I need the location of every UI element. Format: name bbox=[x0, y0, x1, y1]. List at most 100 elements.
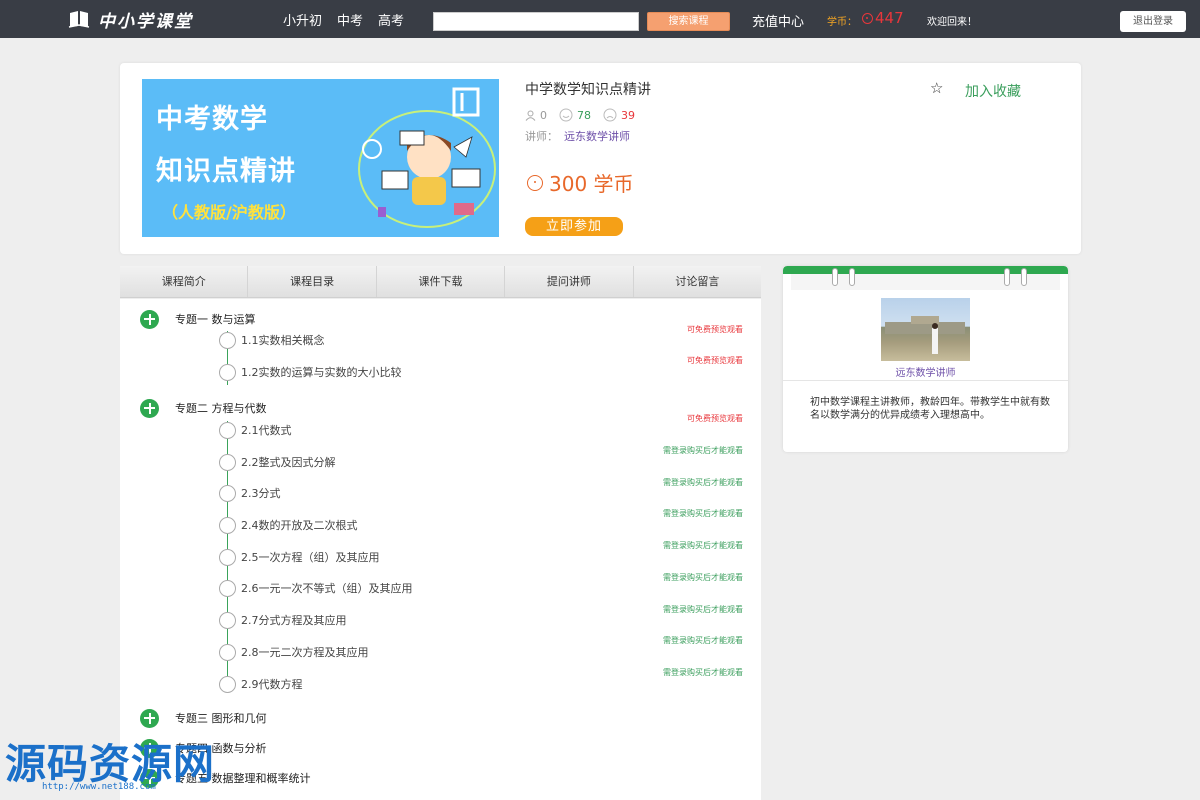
binder-ring-icon bbox=[849, 268, 855, 286]
site-logo[interactable]: 中小学课堂 bbox=[68, 8, 193, 32]
lesson-item[interactable]: 2.9代数方程 bbox=[219, 675, 303, 693]
students-stat: 0 bbox=[525, 109, 547, 122]
lesson-item[interactable]: 2.1代数式 bbox=[219, 421, 292, 439]
expand-plus-icon[interactable] bbox=[140, 398, 159, 418]
lesson-item[interactable]: 2.6一元一次不等式（组）及其应用 bbox=[219, 579, 413, 597]
banner-illustration bbox=[358, 87, 496, 228]
lesson-label: 2.8一元二次方程及其应用 bbox=[241, 646, 369, 659]
lesson-circle-icon bbox=[219, 643, 236, 661]
lesson-circle-icon bbox=[219, 516, 236, 534]
lesson-label: 2.2整式及因式分解 bbox=[241, 456, 336, 469]
panel-divider bbox=[783, 380, 1068, 381]
lesson-label: 1.2实数的运算与实数的大小比较 bbox=[241, 366, 402, 379]
lesson-item[interactable]: 2.7分式方程及其应用 bbox=[219, 611, 347, 629]
join-course-button[interactable]: 立即参加 bbox=[525, 217, 623, 236]
course-stats: 0 78 39 bbox=[525, 108, 647, 122]
main-nav: 小升初 中考 高考 bbox=[283, 10, 404, 29]
lesson-circle-icon bbox=[219, 579, 236, 597]
free-preview-tag: 可免费预览观看 bbox=[687, 356, 743, 365]
chapter-label: 专题一 数与运算 bbox=[175, 313, 256, 326]
purchase-required-tag: 需登录购买后才能观看 bbox=[663, 668, 743, 677]
chapter-item[interactable]: 专题一 数与运算 bbox=[140, 309, 256, 329]
star-icon[interactable]: ☆ bbox=[930, 79, 943, 97]
free-preview-tag: 可免费预览观看 bbox=[687, 414, 743, 423]
lesson-label: 1.1实数相关概念 bbox=[241, 334, 325, 347]
good-count: 78 bbox=[577, 108, 591, 122]
teacher-line: 讲师： 远东数学讲师 bbox=[525, 128, 630, 144]
course-banner-image: 中考数学 知识点精讲 （人教版/沪教版） bbox=[142, 79, 499, 237]
chapter-label: 专题二 方程与代数 bbox=[175, 402, 267, 415]
lesson-item[interactable]: 2.4数的开放及二次根式 bbox=[219, 516, 358, 534]
logo-text: 中小学课堂 bbox=[98, 11, 193, 32]
book-logo-icon bbox=[68, 9, 90, 29]
chapter-item[interactable]: 专题二 方程与代数 bbox=[140, 398, 267, 418]
watermark-url: http://www.net188.com bbox=[42, 782, 156, 792]
lesson-label: 2.6一元一次不等式（组）及其应用 bbox=[241, 582, 413, 595]
purchase-required-tag: 需登录购买后才能观看 bbox=[663, 573, 743, 582]
nav-item-primary-to-middle[interactable]: 小升初 bbox=[283, 10, 322, 29]
purchase-required-tag: 需登录购买后才能观看 bbox=[663, 478, 743, 487]
chapter-label: 专题三 图形和几何 bbox=[175, 712, 267, 725]
lesson-label: 2.4数的开放及二次根式 bbox=[241, 519, 358, 532]
coin-balance: 447 bbox=[862, 9, 904, 27]
tab-discussion[interactable]: 讨论留言 bbox=[633, 266, 762, 297]
course-price: 300 学币 bbox=[527, 168, 634, 197]
lesson-circle-icon bbox=[219, 611, 236, 629]
bad-stat[interactable]: 39 bbox=[603, 108, 635, 122]
lesson-label: 2.5一次方程（组）及其应用 bbox=[241, 551, 380, 564]
teacher-photo[interactable] bbox=[881, 298, 970, 361]
purchase-required-tag: 需登录购买后才能观看 bbox=[663, 541, 743, 550]
banner-title-line2: 知识点精讲 bbox=[156, 156, 296, 187]
teacher-name-link[interactable]: 远东数学讲师 bbox=[783, 364, 1068, 379]
binder-ring-icon bbox=[1021, 268, 1027, 286]
welcome-text: 欢迎回来！ bbox=[927, 17, 977, 28]
logout-button[interactable]: 退出登录 bbox=[1120, 11, 1186, 32]
purchase-required-tag: 需登录购买后才能观看 bbox=[663, 509, 743, 518]
lesson-label: 2.7分式方程及其应用 bbox=[241, 614, 347, 627]
expand-plus-icon[interactable] bbox=[140, 309, 159, 329]
teacher-panel: 远东数学讲师 初中数学课程主讲教师，教龄四年。带教学生中就有数名以数学满分的优异… bbox=[783, 266, 1068, 452]
lesson-item[interactable]: 2.8一元二次方程及其应用 bbox=[219, 643, 369, 661]
search-button[interactable]: 搜索课程 bbox=[647, 12, 730, 31]
recharge-link[interactable]: 充值中心 bbox=[752, 11, 804, 30]
chapter-item[interactable]: 专题三 图形和几何 bbox=[140, 708, 267, 728]
coin-value: 447 bbox=[875, 9, 904, 27]
tab-intro[interactable]: 课程简介 bbox=[120, 266, 249, 297]
free-preview-tag: 可免费预览观看 bbox=[687, 325, 743, 334]
lesson-circle-icon bbox=[219, 331, 236, 349]
lesson-circle-icon bbox=[219, 453, 236, 471]
price-value: 300 学币 bbox=[549, 172, 634, 196]
binder-ring-icon bbox=[832, 268, 838, 286]
tab-ask-teacher[interactable]: 提问讲师 bbox=[505, 266, 634, 297]
search-input[interactable] bbox=[433, 12, 639, 31]
lesson-circle-icon bbox=[219, 548, 236, 566]
course-tabs: 课程简介 课程目录 课件下载 提问讲师 讨论留言 bbox=[120, 266, 762, 298]
teacher-name-link[interactable]: 远东数学讲师 bbox=[564, 130, 630, 143]
tab-download[interactable]: 课件下载 bbox=[376, 266, 506, 297]
lesson-item[interactable]: 2.5一次方程（组）及其应用 bbox=[219, 548, 380, 566]
good-stat[interactable]: 78 bbox=[559, 108, 591, 122]
expand-plus-icon[interactable] bbox=[140, 708, 159, 728]
nav-item-college-exam[interactable]: 高考 bbox=[378, 10, 404, 29]
binder-ring-icon bbox=[1004, 268, 1010, 286]
top-navigation-bar: 中小学课堂 小升初 中考 高考 搜索课程 充值中心 学币： 447 欢迎回来！ … bbox=[0, 0, 1200, 38]
add-favorite-link[interactable]: 加入收藏 bbox=[965, 81, 1021, 101]
lesson-circle-icon bbox=[219, 421, 236, 439]
teacher-label: 讲师： bbox=[525, 130, 558, 143]
watermark-text: 源码资源网 bbox=[5, 740, 215, 788]
purchase-required-tag: 需登录购买后才能观看 bbox=[663, 636, 743, 645]
course-title: 中学数学知识点精讲 bbox=[525, 82, 651, 98]
chapter-list: 专题一 数与运算 可免费预览观看 1.1实数相关概念 可免费预览观看 1.2实数… bbox=[120, 299, 761, 800]
lesson-item[interactable]: 2.3分式 bbox=[219, 484, 281, 502]
tab-catalog[interactable]: 课程目录 bbox=[248, 266, 377, 297]
bad-count: 39 bbox=[621, 108, 635, 122]
lesson-item[interactable]: 2.2整式及因式分解 bbox=[219, 453, 336, 471]
lesson-item[interactable]: 1.2实数的运算与实数的大小比较 bbox=[219, 363, 402, 381]
coin-label: 学币： bbox=[827, 17, 857, 28]
purchase-required-tag: 需登录购买后才能观看 bbox=[663, 605, 743, 614]
coin-icon bbox=[862, 12, 873, 24]
purchase-required-tag: 需登录购买后才能观看 bbox=[663, 446, 743, 455]
nav-item-middle-exam[interactable]: 中考 bbox=[337, 10, 363, 29]
lesson-item[interactable]: 1.1实数相关概念 bbox=[219, 331, 325, 349]
lesson-label: 2.1代数式 bbox=[241, 424, 292, 437]
